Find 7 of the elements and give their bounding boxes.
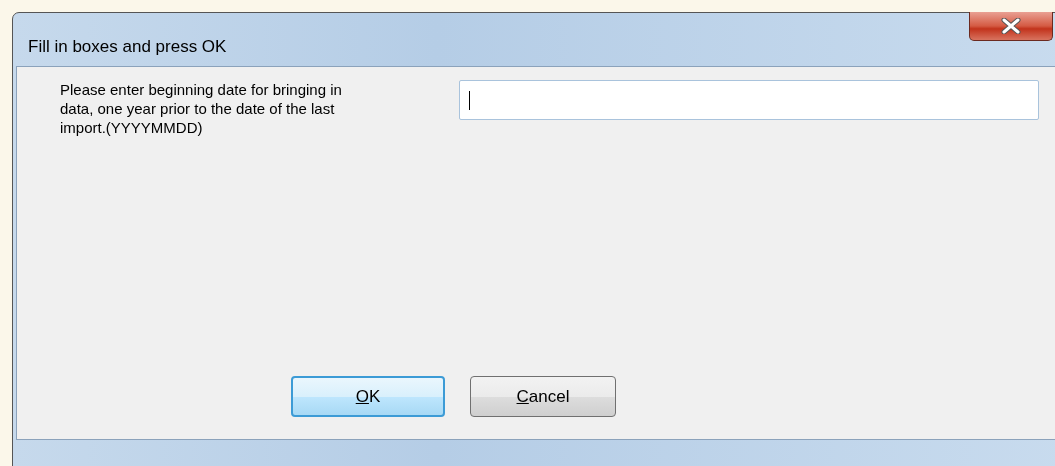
window-title: Fill in boxes and press OK xyxy=(28,37,227,57)
ok-button[interactable]: OK xyxy=(291,376,445,417)
close-icon xyxy=(1000,18,1022,34)
prompt-label: Please enter beginning date for bringing in data, one year prior to the date of the last import.(YYYYMMDD) xyxy=(60,80,343,137)
close-button[interactable] xyxy=(969,12,1053,41)
cancel-button[interactable]: Cancel xyxy=(470,376,616,417)
date-input-field[interactable] xyxy=(459,80,1039,120)
